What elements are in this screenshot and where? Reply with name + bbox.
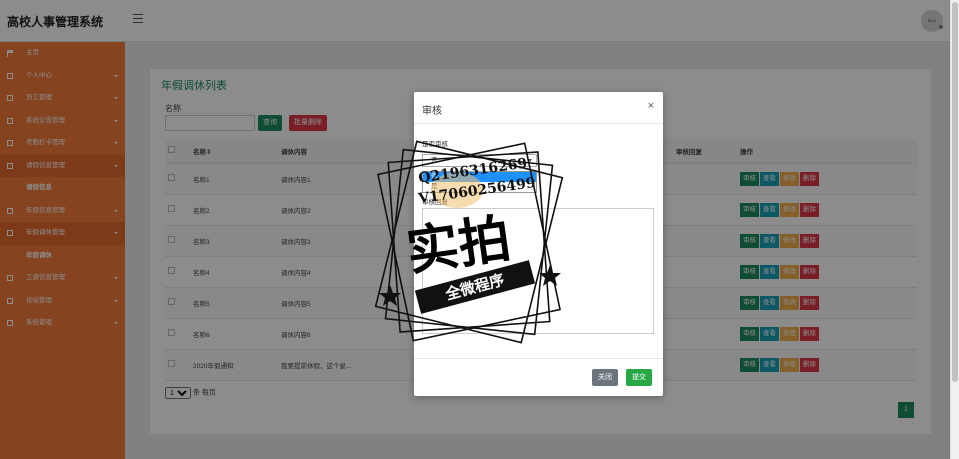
option-yes[interactable]: 是 bbox=[423, 182, 536, 192]
close-button[interactable]: 关闭 bbox=[592, 369, 618, 386]
reply-label: 审核回复 bbox=[422, 199, 448, 206]
close-icon[interactable]: × bbox=[648, 100, 654, 112]
submit-button[interactable]: 提交 bbox=[626, 369, 652, 386]
modal-header: 审核 × bbox=[414, 92, 663, 124]
scrollbar-thumb[interactable] bbox=[952, 2, 958, 382]
reply-textarea[interactable] bbox=[422, 208, 654, 334]
review-select[interactable]: 否 bbox=[422, 154, 537, 167]
vertical-scrollbar[interactable] bbox=[950, 0, 959, 459]
review-modal: 审核 × 是否审核 否 否 是 审核回复 关闭 提交 bbox=[414, 92, 663, 396]
review-options-list: 否 是 bbox=[422, 171, 537, 193]
review-field-label: 是否审核 bbox=[422, 141, 448, 148]
review-select-value: 否 bbox=[431, 157, 438, 164]
modal-title: 审核 bbox=[422, 106, 442, 117]
chevron-down-icon bbox=[528, 159, 532, 162]
option-no[interactable]: 否 bbox=[423, 172, 536, 182]
modal-footer: 关闭 提交 bbox=[414, 358, 663, 396]
